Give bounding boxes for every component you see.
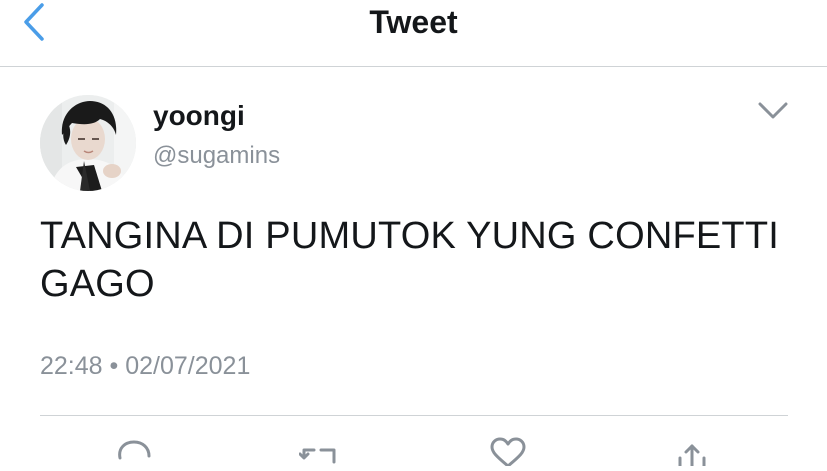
retweet-icon bbox=[298, 448, 336, 464]
tweet-time: 22:48 bbox=[40, 352, 103, 380]
divider bbox=[40, 415, 788, 416]
retweet-button[interactable] bbox=[298, 436, 339, 466]
user-handle[interactable]: @sugamins bbox=[153, 141, 280, 171]
share-button[interactable] bbox=[672, 436, 712, 468]
tweet-timestamp: 22:48 • 02/07/2021 bbox=[40, 350, 250, 382]
tweet-date: 02/07/2021 bbox=[125, 352, 251, 380]
tweet-text: TANGINA DI PUMUTOK YUNG CONFETTI GAGO bbox=[40, 215, 780, 305]
tweet-menu-button[interactable] bbox=[756, 96, 790, 126]
chevron-down-icon bbox=[758, 102, 788, 119]
like-button[interactable] bbox=[488, 436, 528, 468]
share-icon bbox=[678, 444, 706, 468]
avatar[interactable] bbox=[40, 95, 136, 191]
reply-icon bbox=[118, 440, 151, 460]
profile-photo bbox=[40, 95, 136, 191]
display-name[interactable]: yoongi bbox=[153, 99, 245, 133]
page-title: Tweet bbox=[369, 4, 458, 40]
like-icon bbox=[490, 437, 526, 468]
meta-separator: • bbox=[109, 352, 119, 380]
navigation-bar: Tweet bbox=[0, 0, 827, 67]
reply-button[interactable] bbox=[114, 436, 154, 466]
